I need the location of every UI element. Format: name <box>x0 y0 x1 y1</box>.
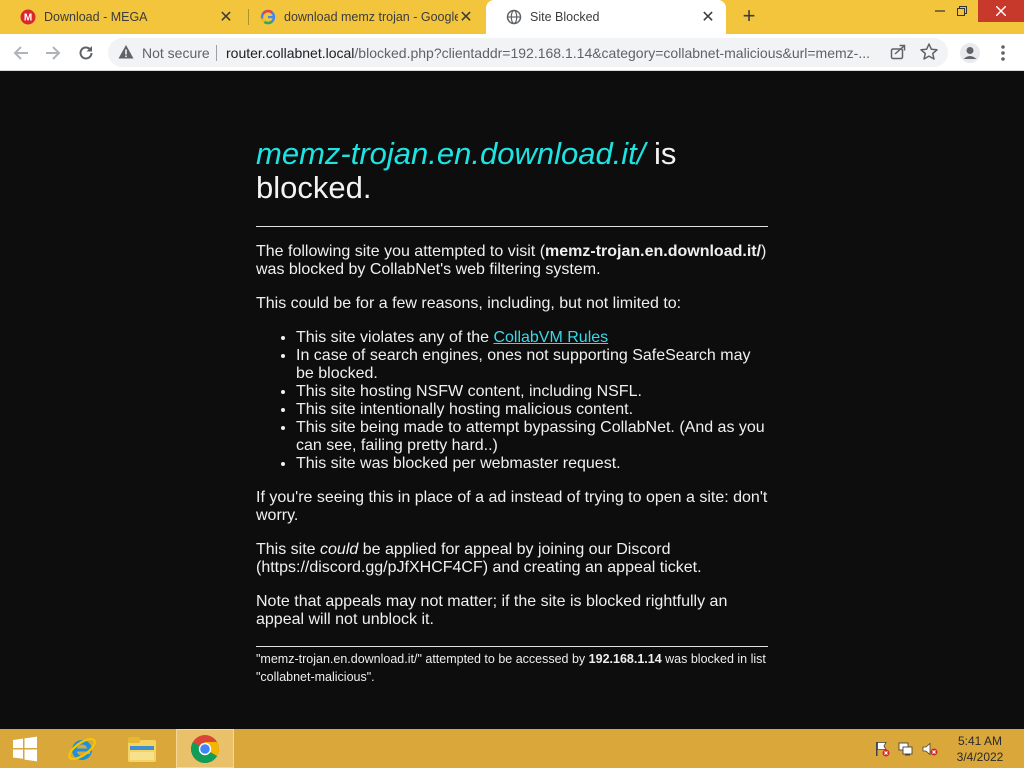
blocked-site-bold: memz-trojan.en.download.it/ <box>545 243 762 260</box>
url-text[interactable]: router.collabnet.local/blocked.php?clien… <box>226 45 878 61</box>
reasons-list: This site violates any of the CollabVM R… <box>256 329 768 473</box>
google-icon <box>260 9 276 25</box>
headline-suffix: is <box>654 136 677 171</box>
warning-icon[interactable] <box>118 44 134 65</box>
globe-icon <box>506 9 522 25</box>
close-tab-icon[interactable]: ✕ <box>700 9 716 26</box>
ad-notice-paragraph: If you're seeing this in place of a ad i… <box>256 489 768 524</box>
chrome-icon[interactable] <box>176 729 234 768</box>
url-path: /blocked.php?clientaddr=192.168.1.14&cat… <box>354 45 871 61</box>
tab-site-blocked[interactable]: Site Blocked ✕ <box>486 0 726 34</box>
url-host: router.collabnet.local <box>226 45 355 61</box>
list-item: This site violates any of the CollabVM R… <box>296 329 768 347</box>
network-icon[interactable] <box>898 741 914 760</box>
footnote-text: "memz-trojan.en.download.it/" attempted … <box>256 652 589 666</box>
access-footnote: "memz-trojan.en.download.it/" attempted … <box>256 650 768 686</box>
address-bar[interactable]: Not secure router.collabnet.local/blocke… <box>108 38 948 67</box>
client-ip: 192.168.1.14 <box>588 652 662 666</box>
reasons-intro: This could be for a few reasons, includi… <box>256 295 682 312</box>
list-item: This site hosting NSFW content, includin… <box>296 383 768 401</box>
tab-title: Download - MEGA <box>44 10 148 24</box>
menu-kebab-icon[interactable] <box>990 40 1016 66</box>
action-center-flag-icon[interactable] <box>874 741 890 760</box>
tab-google-search[interactable]: download memz trojan - Google ✕ <box>240 0 484 34</box>
list-item: In case of search engines, ones not supp… <box>296 347 768 383</box>
start-icon[interactable] <box>0 729 50 768</box>
blocked-site-name: memz-trojan.en.download.it/ <box>256 136 646 171</box>
close-tab-icon[interactable]: ✕ <box>458 9 474 26</box>
appeal-emphasis: could <box>320 541 359 558</box>
clock-time: 5:41 AM <box>957 734 1003 748</box>
appeal-text: This site <box>256 541 321 558</box>
windows-taskbar: 5:41 AM 3/4/2022 <box>0 729 1024 768</box>
internet-explorer-icon[interactable] <box>58 729 106 768</box>
volume-muted-icon[interactable] <box>922 741 938 760</box>
share-icon[interactable] <box>889 43 907 66</box>
appeal-paragraph: This site could be applied for appeal by… <box>256 541 768 577</box>
headline-suffix: blocked. <box>256 170 372 205</box>
new-tab-button[interactable]: + <box>738 5 760 28</box>
intro-paragraph: The following site you attempted to visi… <box>256 243 768 279</box>
close-tab-icon[interactable]: ✕ <box>218 9 234 26</box>
window-close-icon[interactable] <box>978 0 1024 22</box>
address-separator <box>216 45 217 61</box>
tab-title: Site Blocked <box>530 10 600 24</box>
system-clock[interactable]: 5:41 AM 3/4/2022 <box>952 733 1008 765</box>
tab-title: download memz trojan - Google <box>284 10 458 24</box>
tab-strip: M Download - MEGA ✕ download memz trojan… <box>0 0 1024 34</box>
security-label[interactable]: Not secure <box>142 45 210 61</box>
bookmark-star-icon[interactable] <box>919 42 939 67</box>
appeal-disclaimer-paragraph: Note that appeals may not matter; if the… <box>256 593 728 628</box>
file-explorer-icon[interactable] <box>118 729 166 768</box>
reload-icon[interactable] <box>73 40 99 66</box>
intro-text: The following site you attempted to visi… <box>256 243 546 260</box>
browser-toolbar: Not secure router.collabnet.local/blocke… <box>0 34 1024 71</box>
list-item: This site being made to attempt bypassin… <box>296 419 768 455</box>
divider <box>256 226 768 227</box>
list-item: This site intentionally hosting maliciou… <box>296 401 768 419</box>
tab-mega[interactable]: M Download - MEGA ✕ <box>0 0 244 34</box>
svg-text:M: M <box>24 13 32 24</box>
forward-icon[interactable] <box>40 40 66 66</box>
collabvm-rules-link[interactable]: CollabVM Rules <box>493 329 608 346</box>
list-item: This site was blocked per webmaster requ… <box>296 455 768 473</box>
clock-date: 3/4/2022 <box>956 750 1004 764</box>
mega-icon: M <box>20 9 36 25</box>
profile-avatar-icon[interactable] <box>957 40 983 66</box>
divider <box>256 646 768 647</box>
web-page: memz-trojan.en.download.it/ is blocked. T… <box>0 71 1024 729</box>
back-icon[interactable] <box>8 40 34 66</box>
reason-text: This site violates any of the <box>296 329 494 346</box>
blocked-notice: memz-trojan.en.download.it/ is blocked. T… <box>256 137 768 686</box>
page-title: memz-trojan.en.download.it/ is blocked. <box>256 137 768 205</box>
restore-icon[interactable] <box>946 0 978 22</box>
